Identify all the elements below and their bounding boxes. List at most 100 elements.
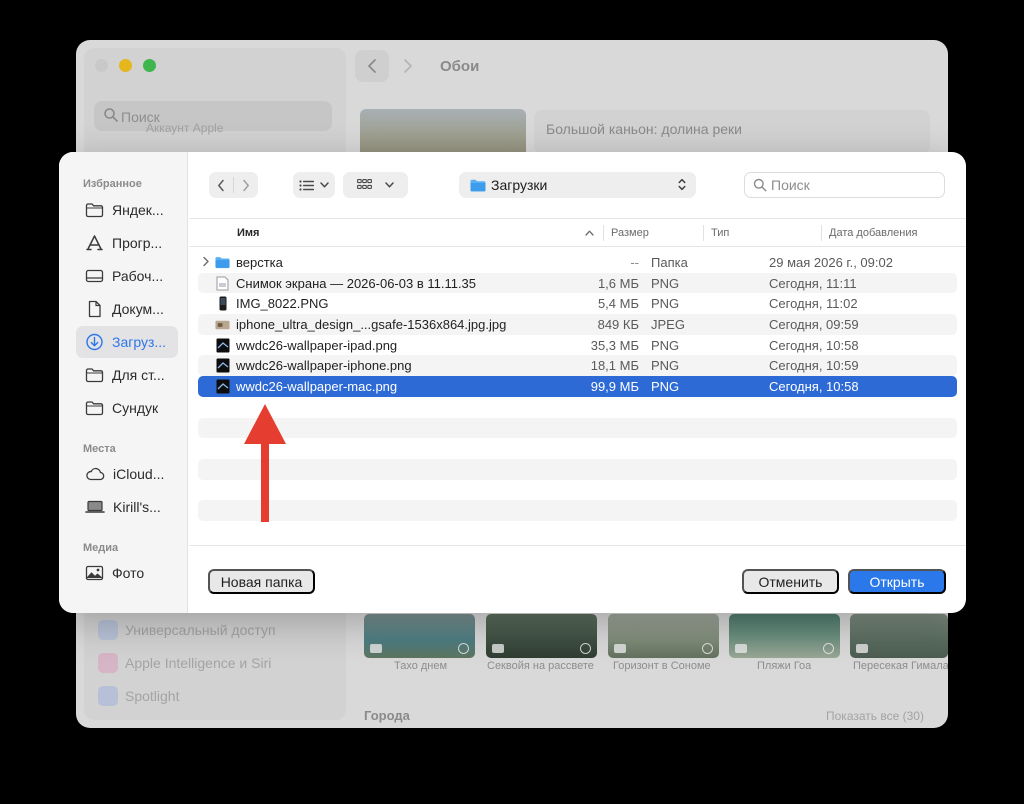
sidebar-item-desktop[interactable]: Рабоч... — [76, 260, 178, 292]
wallpaper-label: Пляжи Гоа — [757, 660, 812, 672]
empty-row — [198, 480, 957, 501]
sidebar-item-spotlight[interactable]: Spotlight — [98, 685, 179, 707]
folder-icon — [470, 179, 486, 191]
folder-icon — [85, 401, 104, 416]
file-type: Папка — [651, 255, 688, 270]
grid-view-icon — [356, 179, 372, 189]
wallpaper-label: Тахо днем — [394, 660, 448, 672]
image-file-icon — [215, 338, 230, 353]
column-header-date-added[interactable]: Дата добавления — [829, 227, 917, 239]
icloud-icon — [86, 467, 105, 481]
minimize-window-button[interactable] — [119, 59, 132, 72]
column-header-type[interactable]: Тип — [711, 227, 729, 239]
search-icon — [753, 178, 767, 192]
video-icon — [370, 644, 382, 653]
folder-icon — [215, 255, 230, 270]
show-all-link[interactable]: Показать все (30) — [826, 709, 924, 723]
applications-icon — [86, 235, 103, 251]
file-row-wallpaper-mac[interactable]: wwdc26-wallpaper-mac.png 99,9 МБ PNG Сег… — [198, 376, 957, 397]
sidebar-item-apple-intelligence[interactable]: Apple Intelligence и Siri — [98, 652, 271, 674]
sidebar-item-documents[interactable]: Докум... — [76, 293, 178, 325]
sidebar-item-label: Apple Intelligence и Siri — [125, 655, 272, 671]
file-date: Сегодня, 11:02 — [769, 296, 858, 312]
file-size: 849 КБ — [597, 317, 639, 333]
sidebar-item-sunduk[interactable]: Сундук — [76, 392, 178, 424]
sidebar-item-label: Докум... — [112, 301, 164, 317]
file-type: PNG — [651, 337, 680, 353]
column-header-size[interactable]: Размер — [611, 227, 649, 239]
video-icon — [492, 644, 504, 653]
file-size: 5,4 МБ — [597, 296, 639, 312]
sidebar-item-folder[interactable]: Для ст... — [76, 359, 178, 391]
column-header-name[interactable]: Имя — [237, 227, 259, 239]
footer-divider — [189, 545, 966, 546]
file-row-wallpaper-ipad[interactable]: wwdc26-wallpaper-ipad.png 35,3 МБ PNG Се… — [198, 335, 957, 356]
image-file-icon — [215, 358, 230, 373]
sidebar-item-downloads[interactable]: Загруз... — [76, 326, 178, 358]
video-icon — [735, 644, 747, 653]
sidebar-item-label: Прогр... — [112, 235, 163, 251]
history-nav-control — [209, 172, 258, 198]
file-row-img-8022[interactable]: IMG_8022.PNG 5,4 МБ PNG Сегодня, 11:02 — [198, 293, 957, 314]
empty-row — [198, 438, 957, 459]
file-name: wwdc26-wallpaper-mac.png — [236, 379, 398, 395]
file-size: 99,9 МБ — [590, 379, 639, 395]
file-size: -- — [630, 255, 639, 270]
sidebar-section-favorites: Избранное — [83, 178, 142, 190]
forward-button[interactable] — [391, 50, 425, 82]
wallpaper-thumbnail[interactable] — [486, 614, 597, 658]
wallpaper-label: Пересекая Гимала — [853, 660, 948, 672]
file-date: Сегодня, 10:58 — [769, 379, 859, 395]
location-popup-button[interactable]: Загрузки — [459, 172, 696, 198]
sidebar-item-yandex[interactable]: Яндек... — [76, 194, 178, 226]
close-window-button[interactable] — [95, 59, 108, 72]
sidebar-item-label: Для ст... — [112, 367, 165, 383]
file-type: PNG — [651, 275, 680, 291]
empty-row — [198, 500, 957, 521]
dialog-search-placeholder: Поиск — [771, 177, 810, 193]
forward-button[interactable] — [234, 179, 258, 192]
back-button[interactable] — [209, 179, 233, 192]
sidebar-item-label: Яндек... — [112, 202, 164, 218]
file-size: 35,3 МБ — [590, 337, 639, 353]
sidebar-item-photos[interactable]: Фото — [76, 557, 178, 589]
sidebar-item-macbook[interactable]: Kirill's... — [76, 491, 178, 523]
download-icon — [580, 643, 591, 654]
open-button[interactable]: Открыть — [848, 569, 946, 594]
download-icon — [702, 643, 713, 654]
file-list: верстка -- Папка 29 мая 2026 г., 09:02 С… — [198, 252, 957, 521]
file-row-folder-verstka[interactable]: верстка -- Папка 29 мая 2026 г., 09:02 — [198, 252, 957, 273]
disclosure-triangle-icon[interactable] — [202, 256, 210, 267]
chevron-left-icon — [368, 59, 376, 73]
file-row-screenshot[interactable]: Снимок экрана — 2026-06-03 в 11.11.35 1,… — [198, 272, 957, 294]
file-date: Сегодня, 11:11 — [769, 275, 857, 291]
list-view-button[interactable] — [293, 172, 335, 198]
sidebar-item-applications[interactable]: Прогр... — [76, 227, 178, 259]
back-button[interactable] — [355, 50, 389, 82]
sidebar-item-label: iCloud... — [113, 466, 165, 482]
zoom-window-button[interactable] — [143, 59, 156, 72]
chevron-down-icon — [320, 182, 329, 188]
file-name: верстка — [236, 255, 283, 270]
new-folder-button[interactable]: Новая папка — [208, 569, 315, 594]
image-file-icon — [215, 317, 230, 332]
wallpaper-thumbnail[interactable] — [850, 614, 948, 658]
sidebar-item-label: Универсальный доступ — [125, 622, 276, 638]
sidebar-item-accessibility[interactable]: Универсальный доступ — [98, 619, 276, 641]
account-label: Аккаунт Apple — [146, 121, 224, 135]
file-row-wallpaper-iphone[interactable]: wwdc26-wallpaper-iphone.png 18,1 МБ PNG … — [198, 355, 957, 377]
dialog-search-field[interactable]: Поиск — [744, 172, 945, 198]
siri-icon — [98, 653, 118, 673]
wallpaper-thumbnail[interactable] — [608, 614, 719, 658]
file-date: Сегодня, 10:58 — [769, 337, 859, 353]
wallpaper-thumbnail[interactable] — [364, 614, 475, 658]
sidebar-item-icloud[interactable]: iCloud... — [76, 458, 178, 490]
empty-row — [198, 417, 957, 439]
icon-view-button[interactable] — [343, 172, 408, 198]
wallpaper-thumbnail[interactable] — [729, 614, 840, 658]
cancel-button[interactable]: Отменить — [742, 569, 839, 594]
sidebar-item-label: Kirill's... — [113, 499, 161, 515]
file-name: iphone_ultra_design_...gsafe-1536x864.jp… — [236, 317, 507, 333]
file-name: IMG_8022.PNG — [236, 296, 329, 312]
file-row-iphone-ultra-design[interactable]: iphone_ultra_design_...gsafe-1536x864.jp… — [198, 314, 957, 335]
